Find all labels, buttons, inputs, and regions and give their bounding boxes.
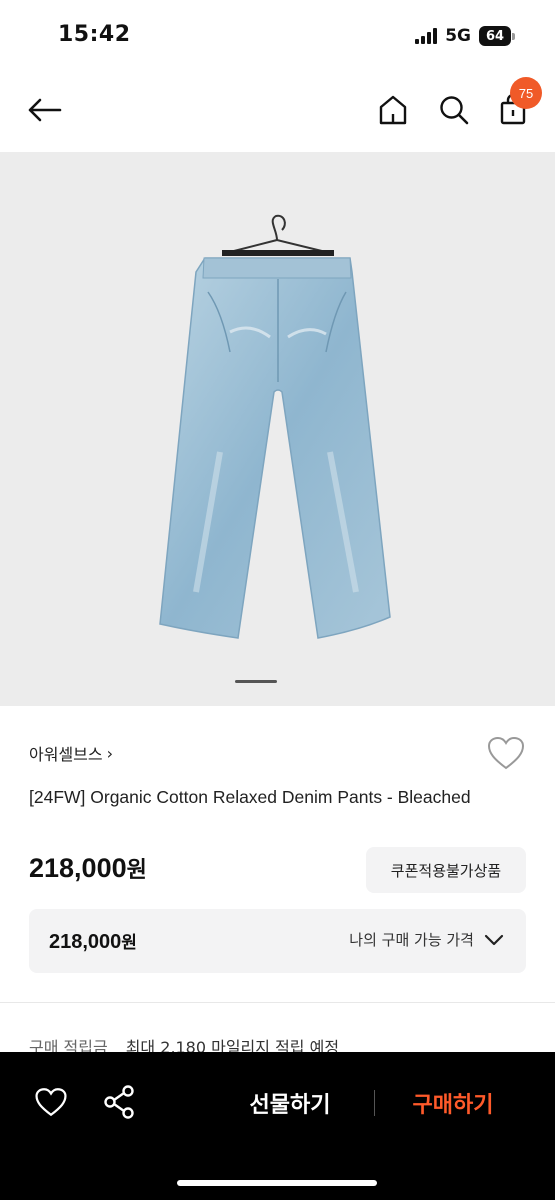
product-price: 218,000원: [29, 852, 147, 884]
heart-outline-icon: [35, 1088, 67, 1117]
brand-link[interactable]: 아워셀브스 ›: [29, 741, 113, 765]
battery-icon: 64: [479, 26, 515, 46]
section-divider: [0, 1002, 555, 1003]
my-price-unit: 원: [121, 933, 137, 953]
my-price-box[interactable]: 218,000원 나의 구매 가능 가격: [29, 909, 526, 973]
my-price-toggle[interactable]: 나의 구매 가능 가격: [349, 929, 504, 950]
home-icon: [379, 95, 407, 125]
status-icons: 5G 64: [415, 26, 515, 46]
cart-count-badge: 75: [510, 77, 542, 109]
chevron-down-icon: [484, 934, 504, 945]
share-icon: [104, 1085, 134, 1119]
heart-outline-icon: [487, 736, 525, 770]
favorite-button[interactable]: [486, 735, 526, 773]
bottom-favorite-button[interactable]: [34, 1086, 70, 1120]
bottom-action-bar: 선물하기 구매하기: [0, 1052, 555, 1200]
bottom-separator: [374, 1090, 375, 1116]
search-icon: [440, 96, 469, 125]
signal-icon: [415, 28, 438, 44]
home-button[interactable]: [376, 92, 410, 128]
product-title: [24FW] Organic Cotton Relaxed Denim Pant…: [29, 787, 471, 807]
back-arrow-icon: [28, 98, 62, 122]
my-price-number: 218,000: [49, 931, 122, 953]
buy-button[interactable]: 구매하기: [395, 1082, 511, 1124]
gift-button[interactable]: 선물하기: [230, 1082, 350, 1124]
battery-level: 64: [479, 26, 511, 46]
network-type: 5G: [445, 26, 471, 46]
search-button[interactable]: [437, 92, 471, 128]
brand-name: 아워셀브스: [29, 745, 103, 764]
home-indicator: [177, 1180, 377, 1186]
status-time: 15:42: [58, 22, 131, 47]
my-price-value: 218,000원: [49, 928, 137, 954]
price-number: 218,000: [29, 853, 127, 883]
coupon-badge: 쿠폰적용불가상품: [366, 847, 526, 893]
price-unit: 원: [126, 858, 147, 883]
denim-pants-image: [159, 214, 391, 639]
status-bar: 15:42 5G 64: [0, 0, 555, 72]
back-button[interactable]: [26, 94, 66, 126]
brand-chevron: ›: [106, 743, 114, 763]
product-image[interactable]: [0, 152, 555, 706]
share-button[interactable]: [102, 1084, 138, 1122]
image-page-indicator: [235, 680, 277, 683]
my-price-label: 나의 구매 가능 가격: [349, 931, 474, 949]
nav-bar: [0, 72, 555, 152]
